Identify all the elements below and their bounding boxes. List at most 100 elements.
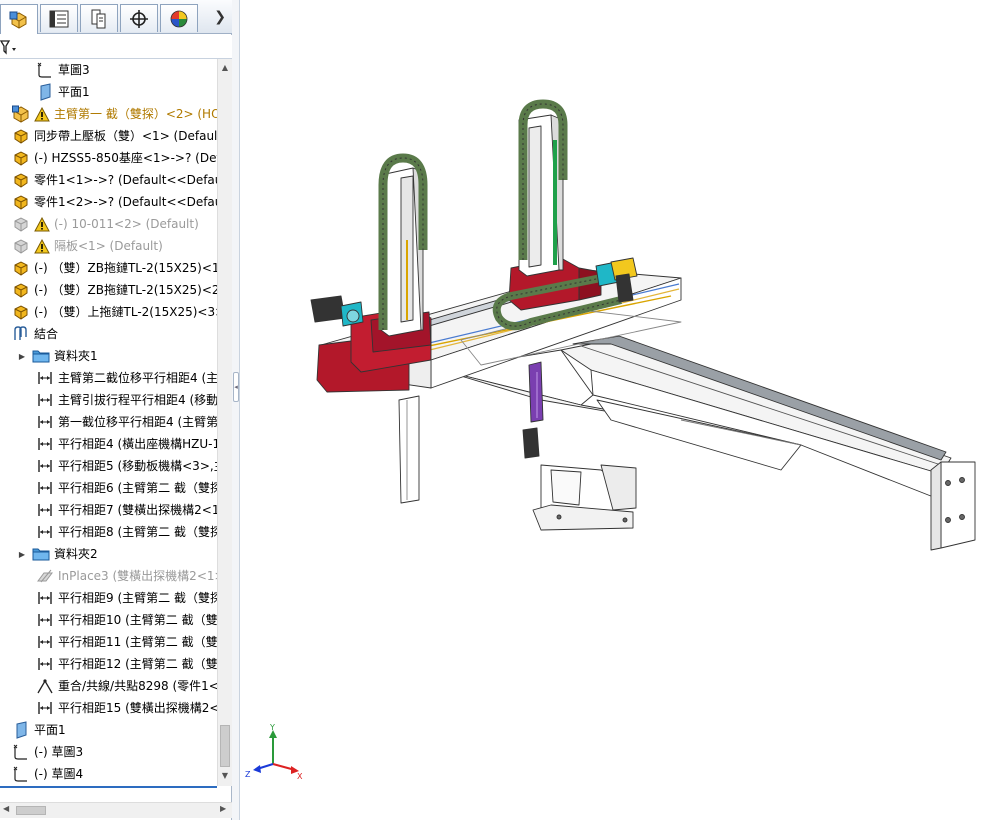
feature-manager-panel: ❯ 草圖3 平面1 主臂第一 截（雙探）<2> (HOL 同步帶上壓板（雙）<1> (… [0, 0, 232, 820]
tree-item-label: 主臂第一 截（雙探）<2> (HOL [54, 107, 217, 121]
display-manager-tab[interactable] [160, 4, 198, 32]
tree-item[interactable]: 隔板<1> (Default) [0, 235, 217, 257]
tree-vertical-scrollbar[interactable]: ▲ ▼ [217, 59, 232, 786]
tree-item-label: 主臂引拔行程平行相距4 (移動 [58, 393, 217, 407]
tree-item[interactable]: InPlace3 (雙橫出探機構2<1> [0, 565, 217, 587]
main-beam[interactable] [440, 335, 976, 551]
sketch-icon [36, 61, 54, 79]
tree-separator [0, 786, 217, 788]
tree-item-label: 資料夾2 [54, 547, 98, 561]
distance-mate-icon [36, 633, 54, 651]
tree-item[interactable]: 零件1<2>->? (Default<<Default [0, 191, 217, 213]
axis-triad: Y X Z [245, 723, 303, 781]
tree-item-label: 資料夾1 [54, 349, 98, 363]
distance-mate-icon [36, 391, 54, 409]
filter-bar[interactable] [0, 35, 232, 59]
scrollbar-thumb[interactable] [220, 725, 230, 767]
plane-icon [12, 721, 30, 739]
scroll-up-icon[interactable]: ▲ [218, 61, 232, 75]
tree-item[interactable]: 結合 [0, 323, 217, 345]
configuration-manager-tab[interactable] [80, 4, 118, 32]
tree-item[interactable]: 同步帶上壓板（雙）<1> (Default [0, 125, 217, 147]
part-icon [12, 303, 30, 321]
collapse-handle-icon[interactable]: ◂ [233, 372, 239, 402]
expand-arrow-icon[interactable]: ▶ [16, 352, 28, 361]
scroll-left-icon[interactable]: ◀ [3, 804, 9, 813]
part-icon [12, 171, 30, 189]
tree-item[interactable]: 主臂第二截位移平行相距4 (主 [0, 367, 217, 389]
tree-item-label: 第一截位移平行相距4 (主臂第 [58, 415, 217, 429]
distance-mate-icon [36, 457, 54, 475]
panel-splitter[interactable]: ◂ [232, 0, 240, 820]
tree-item[interactable]: 零件1<1>->? (Default<<Default [0, 169, 217, 191]
motor-left[interactable] [310, 295, 364, 327]
tree-item-label: (-) 草圖3 [34, 745, 84, 759]
tree-item[interactable]: 主臂第一 截（雙探）<2> (HOL [0, 103, 217, 125]
graphics-viewport[interactable]: Y X Z [241, 0, 1000, 820]
tree-item[interactable]: 平行相距5 (移動板機構<3>,主 [0, 455, 217, 477]
tree-item-label: 主臂第二截位移平行相距4 (主 [58, 371, 217, 385]
subassembly-icon [12, 105, 30, 123]
tree-item[interactable]: 重合/共線/共點8298 (零件1< [0, 675, 217, 697]
distance-mate-icon [36, 435, 54, 453]
axis-x-label: X [297, 772, 303, 781]
manager-tab-bar: ❯ [0, 0, 232, 34]
dimxpert-tab[interactable] [120, 4, 158, 32]
tree-item-label: 平行相距11 (主臂第二 截（雙 [58, 635, 217, 649]
tree-item[interactable]: 平行相距12 (主臂第二 截（雙 [0, 653, 217, 675]
tree-item[interactable]: (-) 草圖3 [0, 741, 217, 763]
tree-item-label: InPlace3 (雙橫出探機構2<1> [58, 569, 217, 583]
tree-folder-item[interactable]: ▶ 資料夾1 [0, 345, 217, 367]
tree-item[interactable]: 平行相距7 (雙橫出探機構2<1 [0, 499, 217, 521]
horizontal-scrollbar-thumb[interactable] [16, 806, 46, 815]
tree-horizontal-scrollbar[interactable]: ◀ ▶ [0, 802, 232, 818]
tree-item[interactable]: 主臂引拔行程平行相距4 (移動 [0, 389, 217, 411]
feature-tree: 草圖3 平面1 主臂第一 截（雙探）<2> (HOL 同步帶上壓板（雙）<1> (De… [0, 59, 217, 786]
tree-item-label: 同步帶上壓板（雙）<1> (Default [34, 129, 217, 143]
tree-item[interactable]: (-) （雙）上拖鏈TL-2(15X25)<3> [0, 301, 217, 323]
scroll-right-icon[interactable]: ▶ [220, 804, 226, 813]
suppressed-part-icon [12, 215, 30, 233]
tree-item[interactable]: 平行相距11 (主臂第二 截（雙 [0, 631, 217, 653]
tree-item[interactable]: 平行相距15 (雙橫出探機構2< [0, 697, 217, 719]
feature-manager-tab[interactable] [0, 4, 38, 34]
tree-item-label: 平行相距15 (雙橫出探機構2< [58, 701, 217, 715]
chevron-right-icon[interactable]: ❯ [214, 9, 226, 25]
sketch-icon [12, 743, 30, 761]
tree-item-label: 平行相距7 (雙橫出探機構2<1 [58, 503, 217, 517]
warning-icon [34, 238, 50, 254]
tree-item-label: 平面1 [34, 723, 66, 737]
scroll-down-icon[interactable]: ▼ [218, 769, 232, 783]
tree-item-label: 零件1<2>->? (Default<<Default [34, 195, 217, 209]
tree-item[interactable]: 平面1 [0, 81, 217, 103]
tree-item[interactable]: 平面1 [0, 719, 217, 741]
tree-item[interactable]: 平行相距10 (主臂第二 截（雙 [0, 609, 217, 631]
filter-icon[interactable] [0, 38, 18, 56]
property-manager-tab[interactable] [40, 4, 78, 32]
tree-item[interactable]: 第一截位移平行相距4 (主臂第 [0, 411, 217, 433]
base-pedestal[interactable] [532, 464, 637, 531]
part-icon [12, 149, 30, 167]
tree-item-label: 隔板<1> (Default) [54, 239, 163, 253]
tree-item[interactable]: (-) （雙）ZB拖鏈TL-2(15X25)<2> [0, 279, 217, 301]
tree-item-label: 平行相距12 (主臂第二 截（雙 [58, 657, 217, 671]
tree-item-label: (-) （雙）ZB拖鏈TL-2(15X25)<2> [34, 283, 217, 297]
model-render[interactable] [241, 0, 1000, 820]
tree-item-label: (-) 草圖4 [34, 767, 84, 781]
tree-item-label: (-) HZSS5-850基座<1>->? (Defau [34, 151, 217, 165]
tree-folder-item[interactable]: ▶ 資料夾2 [0, 543, 217, 565]
tree-item[interactable]: (-) 草圖4 [0, 763, 217, 785]
tree-item[interactable]: 草圖3 [0, 59, 217, 81]
tree-item[interactable]: 平行相距8 (主臂第二 截（雙探 [0, 521, 217, 543]
tree-item[interactable]: (-) （雙）ZB拖鏈TL-2(15X25)<1> [0, 257, 217, 279]
distance-mate-icon [36, 655, 54, 673]
tree-item[interactable]: 平行相距4 (橫出座機構HZU-1 [0, 433, 217, 455]
tree-item[interactable]: 平行相距6 (主臂第二 截（雙探 [0, 477, 217, 499]
tree-item[interactable]: (-) HZSS5-850基座<1>->? (Defau [0, 147, 217, 169]
tree-item[interactable]: 平行相距9 (主臂第二 截（雙探 [0, 587, 217, 609]
tree-item[interactable]: (-) 10-011<2> (Default) [0, 213, 217, 235]
expand-arrow-icon[interactable]: ▶ [16, 550, 28, 559]
tree-item-label: 結合 [34, 327, 59, 341]
tree-item-label: 重合/共線/共點8298 (零件1< [58, 679, 217, 693]
distance-mate-icon [36, 413, 54, 431]
